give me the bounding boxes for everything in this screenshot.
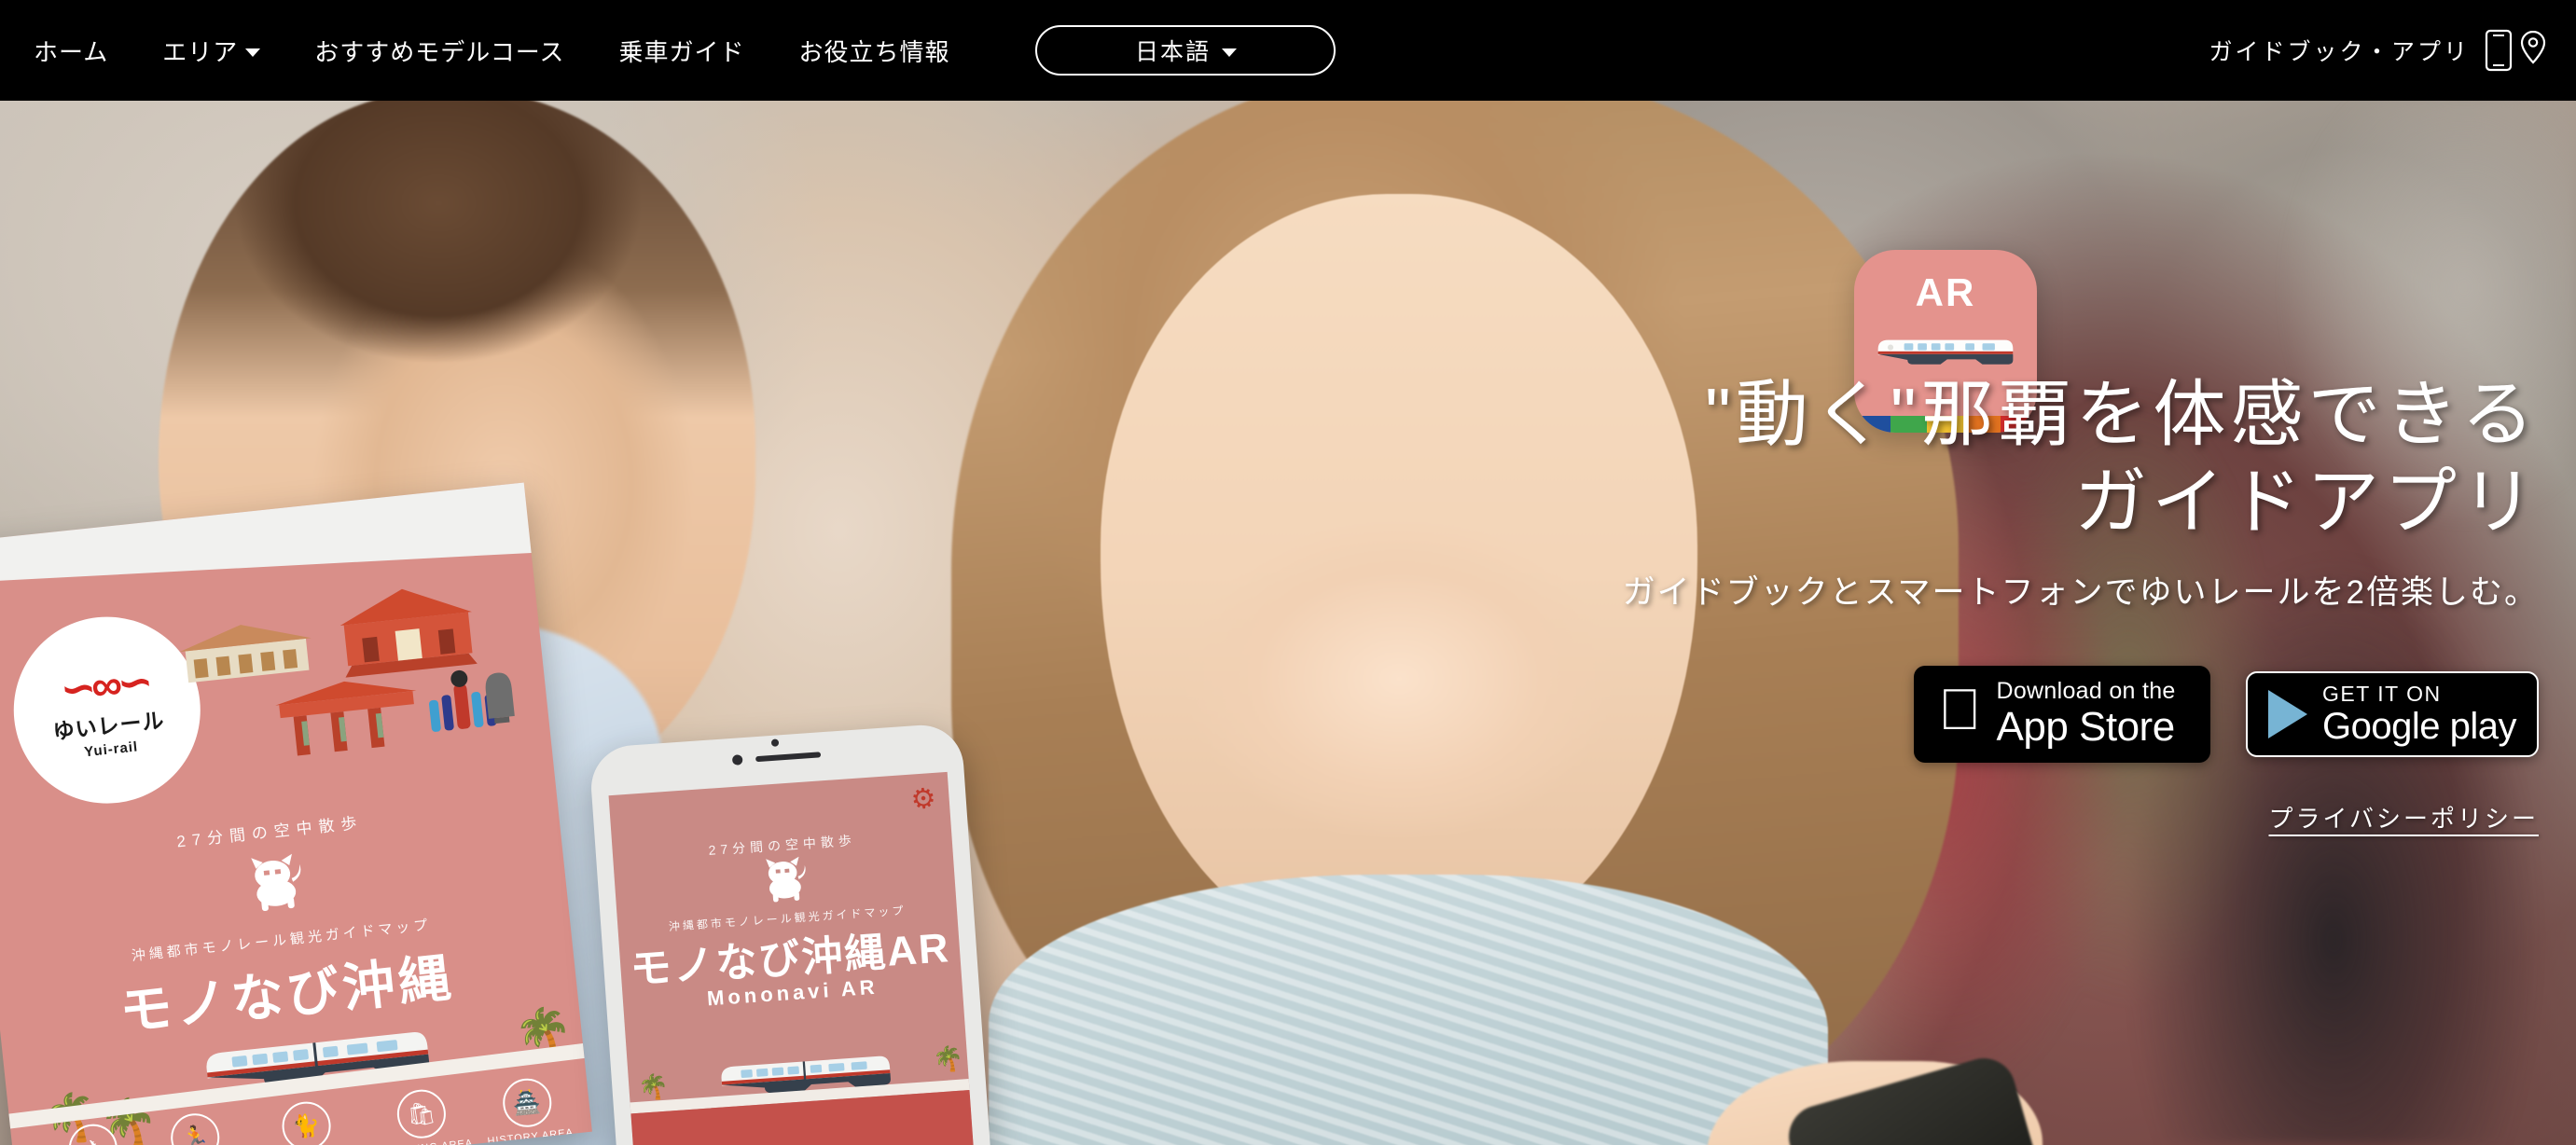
language-selector[interactable]: 日本語 — [1035, 25, 1336, 76]
hero-section: ∽∞∽ ゆいレール Yui-rail 27分間の空中散歩 沖縄都市モノレール観光… — [0, 101, 2576, 1145]
nav-right-icons — [2485, 29, 2548, 72]
hero-headline-line2: ガイドアプリ — [2073, 460, 2539, 543]
nav-item-ride-guide[interactable]: 乗車ガイド — [618, 34, 744, 68]
shisa-cat-icon — [242, 850, 310, 919]
store-badges:  Download on the App Store GET IT ON Go… — [1364, 666, 2539, 764]
chevron-down-icon — [1221, 48, 1237, 57]
monorail-illustration — [1875, 330, 2016, 374]
yuirail-logo-en: Yui-rail — [83, 738, 139, 760]
area-item: 🐈 KOKUSAI St. AREA — [251, 1097, 364, 1145]
apple-logo-icon:  — [1938, 682, 1982, 739]
privacy-policy-link[interactable]: プライバシーポリシー — [2269, 805, 2539, 833]
nav-item-area[interactable]: エリア — [162, 34, 261, 68]
proximity-sensor-icon — [770, 738, 780, 747]
app-store-small-label: Download on the — [1953, 678, 2176, 705]
photo-woman-top — [989, 875, 1828, 1145]
google-play-button-text: GET IT ON Google play — [2322, 681, 2516, 747]
guidebook-cover: ∽∞∽ ゆいレール Yui-rail 27分間の空中散歩 沖縄都市モノレール観光… — [0, 482, 592, 1145]
nav-links-group: ホーム エリア おすすめモデルコース 乗車ガイド お役立ち情報 日本語 — [0, 25, 1336, 76]
hero-subheadline: ガイドブックとスマートフォンでゆいレールを2倍楽しむ。 — [1622, 574, 2539, 612]
nav-item-label: ホーム — [34, 37, 109, 66]
phone-screen: ⚙ 27分間の空中散歩 沖縄都市モノレール観光ガイドマップ モノなび沖縄AR M… — [608, 771, 981, 1145]
hero-headline: "動く"那覇を体感できる ガイドアプリ — [1364, 371, 2539, 545]
app-store-big-label: App Store — [1953, 703, 2176, 750]
earpiece-speaker-icon — [755, 751, 821, 762]
google-play-button[interactable]: GET IT ON Google play — [2246, 671, 2539, 758]
location-pin-icon[interactable] — [2518, 29, 2548, 72]
shuri-castle-icon — [339, 588, 478, 678]
palm-tree-icon: 🌴 — [637, 1071, 670, 1102]
top-navigation-bar: ホーム エリア おすすめモデルコース 乗車ガイド お役立ち情報 日本語 ガイドブ… — [0, 0, 2576, 101]
google-play-small-label: GET IT ON — [2322, 681, 2442, 706]
shisa-cat-icon — [758, 854, 812, 914]
area-label: SHOPPING AREA — [377, 1138, 474, 1145]
chevron-down-icon — [245, 48, 261, 57]
nav-item-model-course[interactable]: おすすめモデルコース — [314, 34, 564, 68]
airplane-icon: ✈ — [66, 1122, 120, 1145]
area-item: 🏃 ACTIVITY AREA — [148, 1109, 243, 1145]
google-play-logo-icon — [2268, 690, 2307, 739]
area-item: 🛍 SHOPPING AREA — [371, 1084, 474, 1145]
app-store-button[interactable]:  Download on the App Store — [1914, 666, 2210, 764]
nav-item-label: おすすめモデルコース — [314, 37, 565, 66]
nav-item-label: エリア — [162, 37, 239, 66]
bell-icon — [485, 672, 515, 724]
hero-copy-block: "動く"那覇を体感できる ガイドアプリ ガイドブックとスマートフォンでゆいレール… — [1364, 371, 2539, 835]
nav-item-home[interactable]: ホーム — [34, 34, 108, 68]
hero-headline-line1: "動く"那覇を体感できる — [1705, 373, 2539, 455]
guidebook-app-label: ガイドブック・アプリ — [2209, 39, 2470, 65]
temple-icon — [179, 625, 312, 683]
google-play-big-label: Google play — [2322, 705, 2516, 747]
nav-item-label: 乗車ガイド — [618, 37, 745, 66]
yuirail-logo-mark: ∽∞∽ — [57, 655, 151, 714]
shureimon-gate-icon — [275, 681, 417, 756]
front-camera-icon — [731, 754, 743, 766]
guidebook-landmark-icons — [171, 569, 523, 780]
nav-item-useful-info[interactable]: お役立ち情報 — [798, 34, 949, 68]
runner-icon: 🏃 — [168, 1111, 222, 1145]
nav-right-group[interactable]: ガイドブック・アプリ — [2209, 29, 2576, 72]
app-store-button-text: Download on the App Store — [1953, 678, 2176, 750]
area-item: 🏯 HISTORY AREA — [481, 1074, 575, 1145]
palm-tree-icon: 🌴 — [932, 1043, 965, 1074]
castle-icon: 🏯 — [500, 1076, 554, 1130]
ar-app-icon-label: AR — [1915, 270, 1976, 314]
phone-mockup: ⚙ 27分間の空中散歩 沖縄都市モノレール観光ガイドマップ モノなび沖縄AR M… — [588, 722, 998, 1145]
language-selector-label: 日本語 — [1134, 39, 1211, 65]
eisa-dancers-icon — [429, 669, 497, 732]
nav-item-label: お役立ち情報 — [798, 37, 950, 66]
smartphone-icon[interactable] — [2485, 29, 2513, 72]
shopping-bag-icon: 🛍 — [395, 1087, 449, 1141]
shisa-icon: 🐈 — [279, 1099, 333, 1145]
settings-gear-icon[interactable]: ⚙ — [910, 782, 937, 817]
privacy-policy-row: プライバシーポリシー — [1364, 800, 2539, 835]
